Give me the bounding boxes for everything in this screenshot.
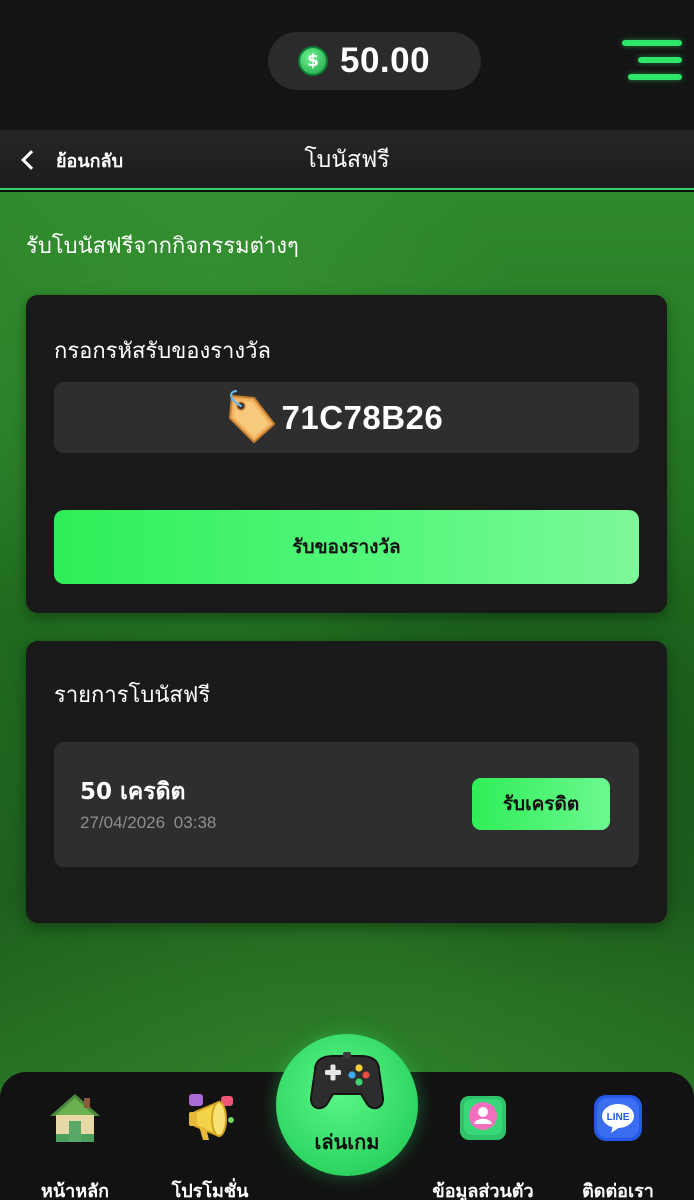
redeem-title: กรอกรหัสรับของรางวัล xyxy=(54,339,271,364)
balance-value: 50.00 xyxy=(340,41,431,80)
nav-label-profile: ข้อมูลส่วนตัว xyxy=(432,1181,534,1200)
profile-icon xyxy=(460,1096,506,1140)
bonus-list-card: รายการโบนัสฟรี 50 เครดิต 27/04/2026 03:3… xyxy=(26,641,667,923)
chevron-left-icon xyxy=(21,150,41,170)
svg-text:LINE: LINE xyxy=(607,1112,630,1123)
nav-item-home[interactable]: หน้าหลัก xyxy=(15,1090,135,1200)
claim-credit-button[interactable]: รับเครดิต xyxy=(472,778,610,830)
coin-icon: $ xyxy=(298,46,328,76)
redeem-button[interactable]: รับของรางวัล xyxy=(54,510,639,584)
bonus-list-title: รายการโบนัสฟรี xyxy=(54,683,211,708)
section-subtitle: รับโบนัสฟรีจากกิจกรรมต่างๆ xyxy=(26,234,299,259)
gamepad-icon xyxy=(309,1052,385,1110)
bonus-date: 27/04/2026 03:38 xyxy=(80,813,217,832)
top-bar: $ 50.00 xyxy=(0,0,694,130)
nav-label-promotions: โปรโมชั่น xyxy=(171,1181,249,1200)
bonus-amount: 50 เครดิต xyxy=(80,779,186,805)
reward-code-input[interactable] xyxy=(281,398,472,437)
nav-item-profile[interactable]: ข้อมูลส่วนตัว xyxy=(423,1090,543,1200)
nav-item-promotions[interactable]: โปรโมชั่น xyxy=(150,1090,270,1200)
nav-label-home: หน้าหลัก xyxy=(40,1181,110,1200)
price-tag-icon xyxy=(228,389,275,443)
megaphone-icon xyxy=(189,1094,234,1140)
back-button[interactable]: ย้อนกลับ xyxy=(18,130,123,190)
nav-item-contact[interactable]: LINE ติดต่อเรา xyxy=(558,1090,678,1200)
nav-label-contact: ติดต่อเรา xyxy=(582,1181,654,1200)
balance-pill[interactable]: $ 50.00 xyxy=(268,32,481,90)
menu-icon[interactable] xyxy=(620,40,684,84)
redeem-card: กรอกรหัสรับของรางวัล รับของรางวัล xyxy=(26,295,667,613)
line-icon: LINE xyxy=(594,1095,642,1141)
house-icon xyxy=(50,1094,100,1142)
back-label: ย้อนกลับ xyxy=(56,150,124,172)
page-header: ย้อนกลับ โบนัสฟรี xyxy=(0,130,694,190)
code-field[interactable] xyxy=(54,382,639,453)
list-item: 50 เครดิต 27/04/2026 03:38 รับเครดิต xyxy=(54,742,639,867)
play-game-button[interactable]: เล่นเกม xyxy=(276,1034,418,1176)
play-game-label: เล่นเกม xyxy=(314,1130,380,1154)
